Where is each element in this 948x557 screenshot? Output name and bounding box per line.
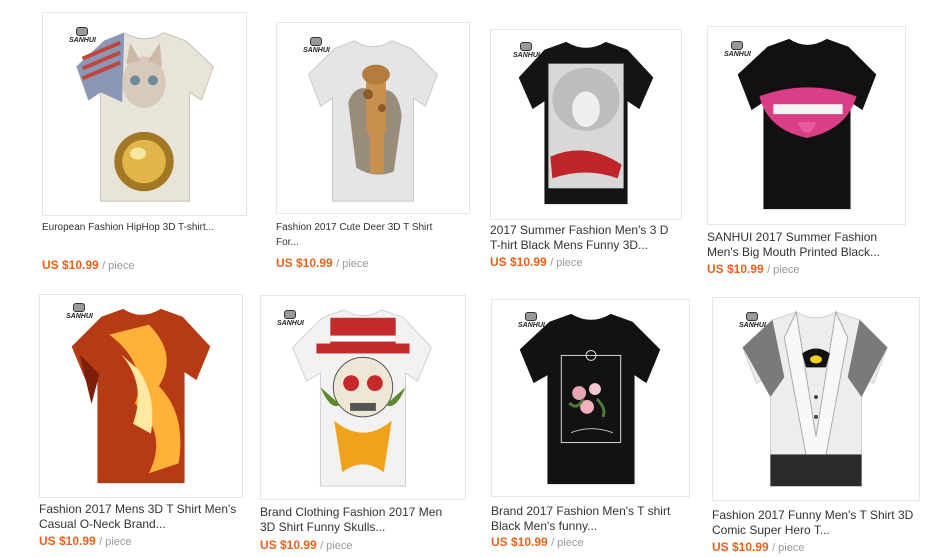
brand-logo: SANHUI (739, 312, 766, 330)
brand-logo: SANHUI (513, 42, 540, 60)
product-image[interactable]: SANHUI (42, 12, 247, 216)
product-image[interactable]: SANHUI (490, 29, 682, 220)
brand-logo: SANHUI (518, 312, 545, 330)
product-price: US $10.99 / piece (276, 256, 369, 270)
brand-logo: SANHUI (66, 303, 93, 321)
tshirt-image (71, 308, 211, 484)
product-image[interactable]: SANHUI (276, 22, 470, 214)
product-title[interactable]: Fashion 2017 Cute Deer 3D T Shirt For... (276, 220, 456, 250)
product-price: US $10.99 / piece (39, 534, 132, 548)
product-price: US $10.99 / piece (260, 538, 353, 552)
product-title[interactable]: Brand Clothing Fashion 2017 Men 3D Shirt… (260, 505, 455, 535)
brand-logo: SANHUI (724, 41, 751, 59)
product-image[interactable]: SANHUI (260, 295, 466, 500)
product-title[interactable]: European Fashion HipHop 3D T-shirt... (42, 220, 247, 236)
product-image[interactable]: SANHUI (712, 297, 920, 501)
product-price: US $10.99 / piece (42, 258, 135, 272)
brand-logo: SANHUI (69, 27, 96, 45)
product-title[interactable]: Fashion 2017 Funny Men's T Shirt 3D Comi… (712, 508, 920, 538)
product-image[interactable]: SANHUI (707, 26, 906, 225)
product-title[interactable]: 2017 Summer Fashion Men's 3 D T-hirt Bla… (490, 223, 680, 253)
product-title[interactable]: SANHUI 2017 Summer Fashion Men's Big Mou… (707, 230, 902, 260)
product-price: US $10.99 / piece (707, 262, 800, 276)
product-title[interactable]: Brand 2017 Fashion Men's T shirt Black M… (491, 504, 690, 534)
product-title[interactable]: Fashion 2017 Mens 3D T Shirt Men's Casua… (39, 502, 244, 532)
product-price: US $10.99 / piece (490, 255, 583, 269)
product-image[interactable]: SANHUI (491, 299, 690, 497)
product-price: US $10.99 / piece (491, 535, 584, 549)
product-price: US $10.99 / piece (712, 540, 805, 554)
product-image[interactable]: SANHUI (39, 294, 243, 498)
brand-logo: SANHUI (277, 310, 304, 328)
brand-logo: SANHUI (303, 37, 330, 55)
